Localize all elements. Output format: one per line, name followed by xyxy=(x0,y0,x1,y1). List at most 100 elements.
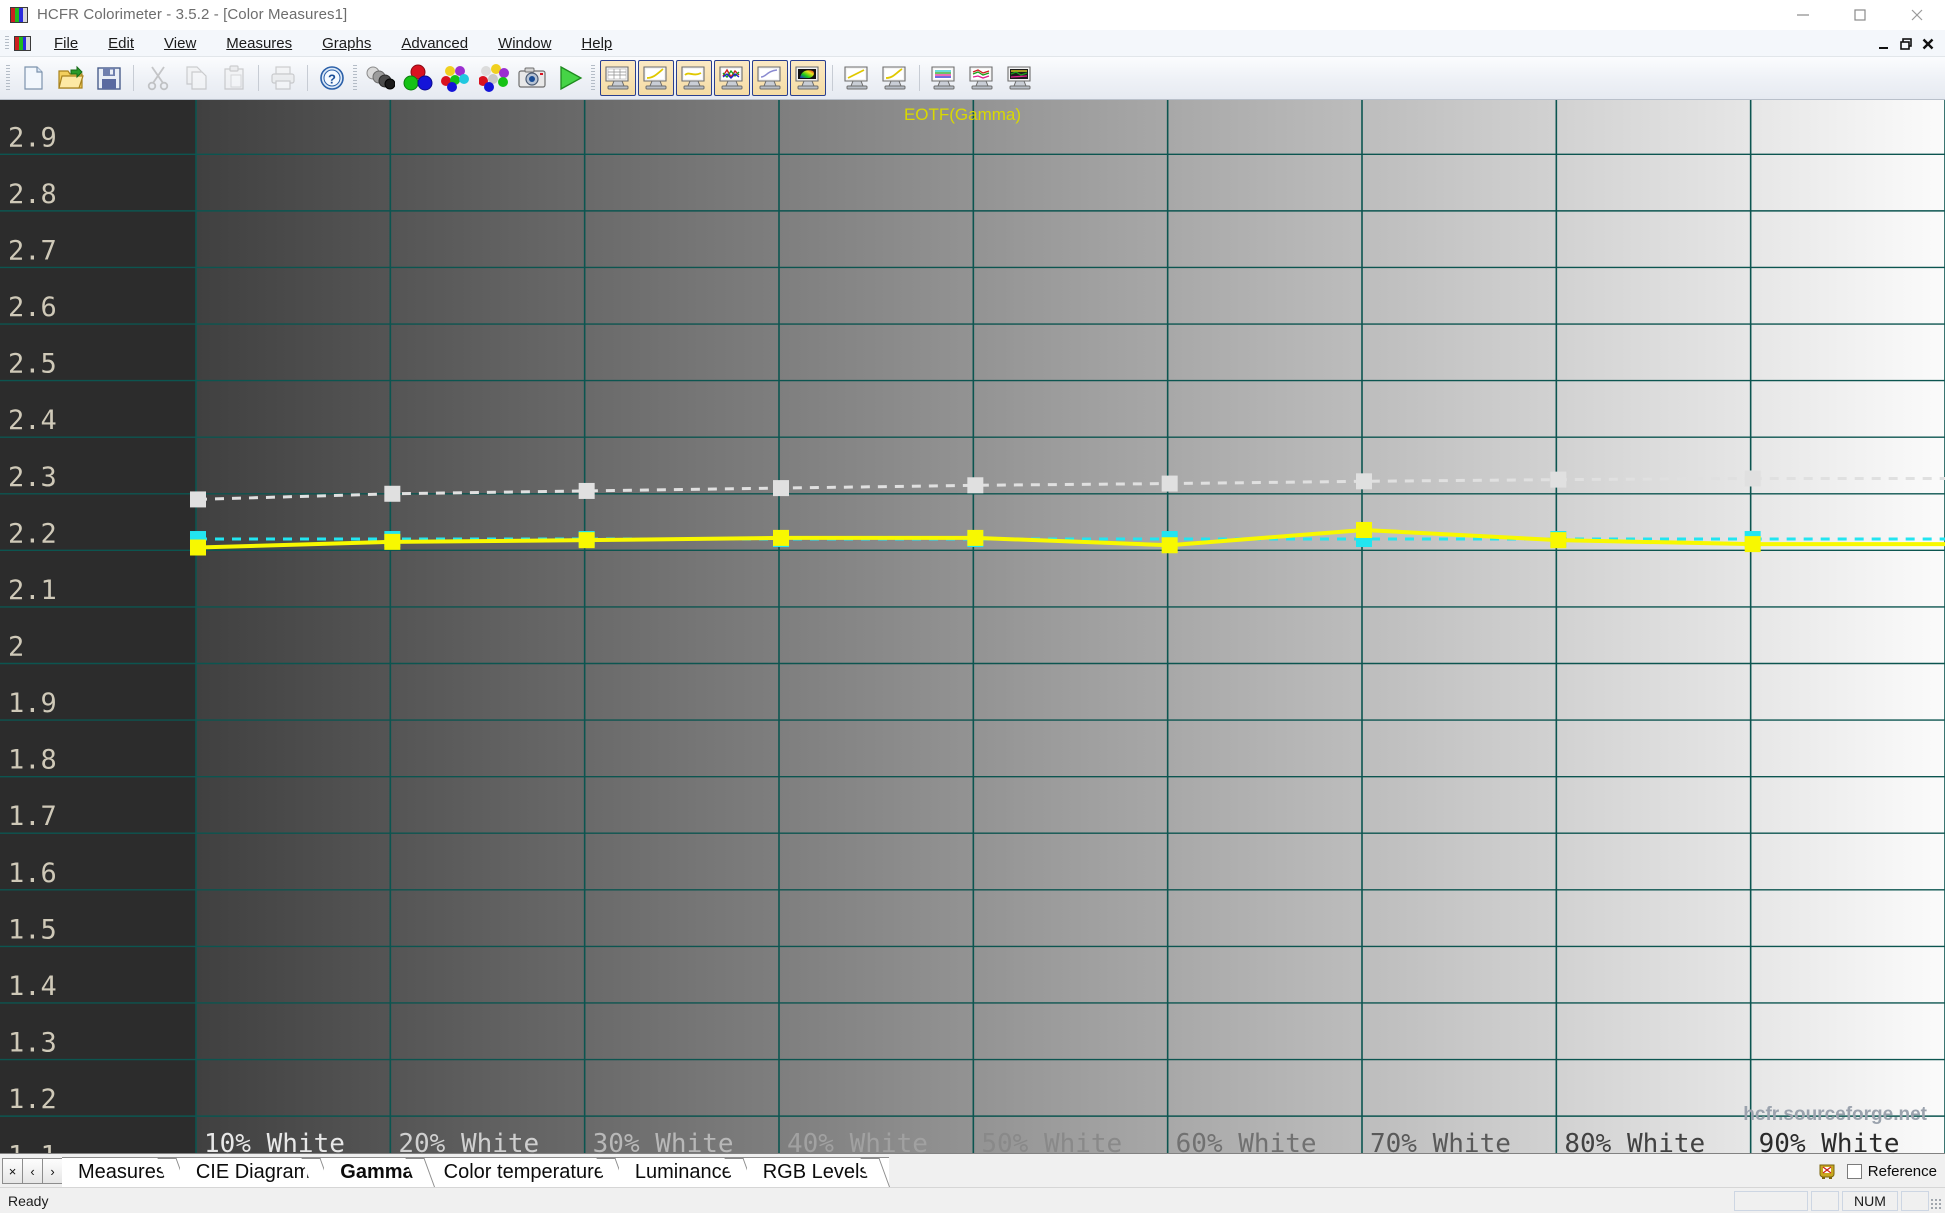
chart-data-point-marker[interactable] xyxy=(1161,537,1178,554)
chart-data-point-marker[interactable] xyxy=(578,482,595,499)
menu-item-help[interactable]: Help xyxy=(570,33,623,54)
y-axis-tick-label: 2 xyxy=(8,632,24,663)
tab-luminance[interactable]: Luminance xyxy=(618,1157,753,1187)
rgb-levels-view-button[interactable] xyxy=(714,60,750,96)
menu-item-view[interactable]: View xyxy=(153,33,207,54)
y-axis-tick-label: 2.7 xyxy=(8,235,57,266)
tab-gamma[interactable]: Gamma xyxy=(324,1157,434,1187)
color-temp-view-button[interactable] xyxy=(752,60,788,96)
chart-data-point-marker[interactable] xyxy=(773,480,789,497)
menu-item-measures[interactable]: Measures xyxy=(215,33,303,54)
menu-item-window[interactable]: Window xyxy=(487,33,562,54)
eotf-gamma-chart: 2.9 2.8 2.7 2.6 2.5 2.4 2.3 2.2 2.1 2 1.9 1.8 1.7 1.6… xyxy=(0,100,1945,1153)
rgb-lines-graph-button[interactable] xyxy=(926,60,962,96)
chart-title: EOTF(Gamma) xyxy=(904,105,1021,124)
reference-checkbox-box[interactable] xyxy=(1846,1163,1862,1179)
near-white-graph-button[interactable] xyxy=(1002,60,1038,96)
window-controls xyxy=(1774,0,1945,30)
chart-data-point-marker[interactable] xyxy=(1744,470,1761,487)
full-measure-button[interactable] xyxy=(476,60,512,96)
paste-button[interactable] xyxy=(216,60,252,96)
gamma-chart-panel[interactable]: 2.9 2.8 2.7 2.6 2.5 2.4 2.3 2.2 2.1 2 1.9 1.8 1.7 1.6… xyxy=(0,100,1945,1153)
menu-item-graphs[interactable]: Graphs xyxy=(311,33,382,54)
capture-single-button[interactable] xyxy=(514,60,550,96)
toolbar-separator xyxy=(832,65,833,91)
chart-data-point-marker[interactable] xyxy=(967,477,984,494)
near-black-graph-button[interactable] xyxy=(964,60,1000,96)
menu-item-file[interactable]: File xyxy=(43,33,89,54)
main-toolbar: ? xyxy=(0,57,1945,100)
tab-color-temperature[interactable]: Color temperature xyxy=(427,1157,625,1187)
open-document-button[interactable] xyxy=(53,60,89,96)
chart-data-point-marker[interactable] xyxy=(384,533,401,550)
menu-item-edit-label: Edit xyxy=(108,34,135,52)
save-document-button[interactable] xyxy=(91,60,127,96)
toolbar-separator xyxy=(919,65,920,91)
tab-next-button[interactable]: › xyxy=(42,1158,63,1184)
x-axis-tick-label: 20% White xyxy=(398,1129,539,1153)
chart-data-point-marker[interactable] xyxy=(1161,475,1178,492)
sensor-warning-icon[interactable] xyxy=(1817,1161,1837,1181)
tab-cie-diagram-label: CIE Diagram xyxy=(195,1161,311,1183)
svg-text:?: ? xyxy=(328,72,336,87)
chart-data-point-marker[interactable] xyxy=(967,529,984,546)
print-button[interactable] xyxy=(265,60,301,96)
new-document-button[interactable] xyxy=(15,60,51,96)
primaries-measure-button[interactable] xyxy=(400,60,436,96)
chart-data-point-marker[interactable] xyxy=(1356,473,1372,490)
toolbar-grip-handle[interactable] xyxy=(353,65,357,91)
tab-cie-diagram[interactable]: CIE Diagram xyxy=(179,1157,331,1187)
chart-data-point-marker[interactable] xyxy=(1550,471,1567,488)
status-pane-1 xyxy=(1734,1191,1808,1211)
y-axis-tick-label: 1.5 xyxy=(8,914,57,945)
chart-data-point-marker[interactable] xyxy=(190,539,206,556)
y-axis-tick-label: 2.9 xyxy=(8,122,57,153)
menu-item-measures-label: Measures xyxy=(226,34,293,52)
luminance-curve-view-button[interactable] xyxy=(638,60,674,96)
mdi-minimize-button[interactable] xyxy=(1873,33,1895,55)
menu-logo-icon xyxy=(14,35,31,51)
menu-item-edit[interactable]: Edit xyxy=(97,33,145,54)
chart-data-point-marker[interactable] xyxy=(1744,536,1761,553)
toolbar-grip-handle[interactable] xyxy=(591,65,595,91)
toolbar-grip-handle[interactable] xyxy=(6,65,10,91)
maximize-button[interactable] xyxy=(1831,0,1888,30)
y-axis-tick-label: 1.2 xyxy=(8,1084,57,1115)
menu-item-advanced[interactable]: Advanced xyxy=(390,33,479,54)
chart-data-point-marker[interactable] xyxy=(384,485,401,502)
chart-data-point-marker[interactable] xyxy=(1356,521,1372,538)
cie-diagram-view-button[interactable] xyxy=(790,60,826,96)
run-measures-button[interactable] xyxy=(552,60,588,96)
tab-measures[interactable]: Measures xyxy=(62,1157,186,1187)
close-button[interactable] xyxy=(1888,0,1945,30)
reference-checkbox[interactable]: Reference xyxy=(1846,1163,1937,1180)
status-bar: Ready NUM xyxy=(0,1187,1945,1213)
x-axis-tick-label: 40% White xyxy=(787,1129,928,1153)
luminance-graph-button[interactable] xyxy=(877,60,913,96)
y-axis-tick-label: 2.8 xyxy=(8,179,57,210)
tab-prev-button[interactable]: ‹ xyxy=(22,1158,43,1184)
chart-data-point-marker[interactable] xyxy=(773,529,789,546)
menu-grip-handle[interactable] xyxy=(5,35,9,51)
gamma-graph-button[interactable] xyxy=(839,60,875,96)
tab-rgb-levels[interactable]: RGB Levels xyxy=(746,1157,890,1187)
x-axis-tick-label: 30% White xyxy=(593,1129,734,1153)
minimize-button[interactable] xyxy=(1774,0,1831,30)
copy-button[interactable] xyxy=(178,60,214,96)
menu-item-window-label: Window xyxy=(498,34,552,52)
menu-bar: File Edit View Measures Graphs Advanced … xyxy=(0,30,1945,57)
grayscale-measure-button[interactable] xyxy=(362,60,398,96)
help-button[interactable]: ? xyxy=(314,60,350,96)
resize-grip[interactable] xyxy=(1930,1198,1942,1210)
window-title: HCFR Colorimeter - 3.5.2 - [Color Measur… xyxy=(37,6,348,23)
tab-close-button[interactable]: × xyxy=(2,1158,23,1184)
mdi-restore-button[interactable] xyxy=(1895,33,1917,55)
measures-table-view-button[interactable] xyxy=(600,60,636,96)
chart-data-point-marker[interactable] xyxy=(1550,532,1567,549)
cut-button[interactable] xyxy=(140,60,176,96)
gamma-curve-view-button[interactable] xyxy=(676,60,712,96)
chart-data-point-marker[interactable] xyxy=(578,532,595,549)
mdi-close-button[interactable] xyxy=(1917,33,1939,55)
saturations-measure-button[interactable] xyxy=(438,60,474,96)
chart-data-point-marker[interactable] xyxy=(190,491,206,508)
